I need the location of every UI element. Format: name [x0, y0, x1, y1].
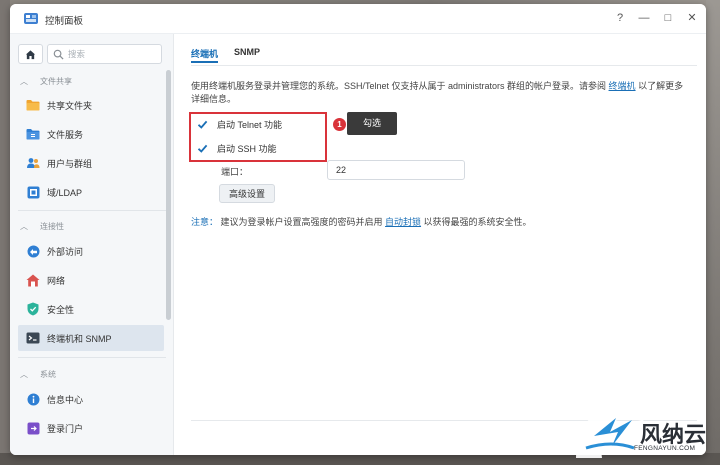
section-header-file-sharing[interactable]: ︿ 文件共享: [20, 76, 72, 87]
sidebar-item-login-portal[interactable]: 登录门户: [18, 415, 164, 441]
info-center-icon: [26, 392, 40, 406]
shared-folder-icon: [26, 98, 40, 112]
sidebar-divider: [18, 210, 166, 211]
zhihu-watermark: 知乎: [540, 426, 574, 446]
security-shield-icon: [26, 302, 40, 316]
brand-watermark-url: FENGNAYUN.COM: [634, 445, 696, 452]
sidebar-item-label: 网络: [47, 275, 66, 286]
note-head: 注意：: [191, 217, 219, 227]
sidebar-item-label: 登录门户: [47, 423, 84, 434]
users-groups-icon: [26, 156, 40, 170]
window-controls: ? — □ ✕: [614, 11, 698, 25]
close-icon[interactable]: ✕: [686, 11, 698, 25]
section-label: 连接性: [40, 222, 64, 231]
desktop-background-left: [0, 0, 10, 465]
search-input[interactable]: [68, 47, 156, 61]
sidebar-item-label: 用户与群组: [47, 158, 93, 169]
chevron-up-icon: ︿: [20, 222, 28, 231]
sidebar-item-security[interactable]: 安全性: [18, 296, 164, 322]
minimize-icon[interactable]: —: [638, 11, 650, 25]
sidebar-item-domain-ldap[interactable]: 域/LDAP: [18, 179, 164, 205]
section-header-system[interactable]: ︿ 系统: [20, 369, 56, 380]
help-icon[interactable]: ?: [614, 11, 626, 25]
control-panel-app-icon: [24, 13, 38, 24]
sidebar-divider: [18, 357, 166, 358]
file-services-icon: [26, 127, 40, 141]
port-label: 端口：: [221, 167, 249, 177]
control-panel-window: 控制面板 ? — □ ✕ ︿ 文件共享: [10, 4, 706, 455]
sidebar-item-label: 外部访问: [47, 246, 84, 257]
sidebar-item-label: 终端机和 SNMP: [47, 333, 112, 344]
security-note: 注意： 建议为登录帐户设置高强度的密码并启用 自动封锁 以获得最强的系统安全性。: [191, 215, 532, 228]
sidebar-item-label: 域/LDAP: [47, 187, 83, 198]
auto-block-link[interactable]: 自动封锁: [385, 217, 421, 227]
step-number-badge: 1: [333, 118, 346, 131]
sidebar-item-shared-folder[interactable]: 共享文件夹: [18, 92, 164, 118]
chevron-up-icon: ︿: [20, 77, 28, 86]
sidebar-item-file-services[interactable]: 文件服务: [18, 121, 164, 147]
tab-snmp[interactable]: SNMP: [234, 47, 260, 63]
sidebar-item-users-groups[interactable]: 用户与群组: [18, 150, 164, 176]
ssh-option[interactable]: 启动 SSH 功能: [197, 142, 277, 155]
terminal-icon: [26, 331, 40, 345]
external-access-icon: [26, 244, 40, 258]
section-label: 系统: [40, 370, 56, 379]
main-panel: 终端机 SNMP 使用终端机服务登录并管理您的系统。SSH/Telnet 仅支持…: [175, 34, 706, 455]
terminal-help-link[interactable]: 终端机: [609, 81, 636, 91]
sidebar-item-terminal-snmp[interactable]: 终端机和 SNMP: [18, 325, 164, 351]
window-title: 控制面板: [45, 16, 84, 27]
sidebar-search[interactable]: [47, 44, 162, 64]
window-titlebar[interactable]: 控制面板 ? — □ ✕: [10, 4, 706, 34]
ssh-label: 启动 SSH 功能: [217, 144, 277, 154]
advanced-settings-button[interactable]: 高级设置: [219, 184, 275, 203]
desktop-background-right: [706, 0, 720, 465]
search-icon: [53, 49, 64, 60]
tab-terminal[interactable]: 终端机: [191, 47, 219, 63]
home-icon: [25, 49, 36, 59]
checkmark-icon: [197, 120, 208, 129]
sidebar-item-network[interactable]: 网络: [18, 267, 164, 293]
home-button[interactable]: [18, 44, 43, 64]
note-text-end: 以获得最强的系统安全性。: [421, 217, 532, 227]
telnet-option[interactable]: 启动 Telnet 功能: [197, 118, 282, 131]
tab-divider: [191, 65, 697, 66]
port-input[interactable]: [327, 160, 465, 180]
telnet-label: 启动 Telnet 功能: [217, 120, 283, 130]
description-text: 使用终端机服务登录并管理您的系统。SSH/Telnet 仅支持从属于 admin…: [191, 81, 609, 91]
section-header-connectivity[interactable]: ︿ 连接性: [20, 221, 64, 232]
sidebar-item-label: 文件服务: [47, 129, 84, 140]
annotation-callout: 勾选: [347, 112, 397, 135]
ssh-checkbox[interactable]: [197, 143, 208, 154]
sidebar-item-label: 信息中心: [47, 394, 84, 405]
note-text: 建议为登录帐户设置高强度的密码并启用: [218, 217, 386, 227]
maximize-icon[interactable]: □: [662, 11, 674, 25]
section-label: 文件共享: [40, 77, 72, 86]
sidebar-item-external-access[interactable]: 外部访问: [18, 238, 164, 264]
sidebar-item-label: 安全性: [47, 304, 75, 315]
sidebar: ︿ 文件共享 共享文件夹 文件服务 用户与群组 域/LDAP: [10, 34, 174, 455]
checkmark-icon: [197, 144, 208, 153]
login-portal-icon: [26, 421, 40, 435]
sidebar-scrollbar[interactable]: [166, 70, 171, 320]
telnet-checkbox[interactable]: [197, 119, 208, 130]
network-icon: [26, 273, 40, 287]
sidebar-item-label: 共享文件夹: [47, 100, 93, 111]
service-description: 使用终端机服务登录并管理您的系统。SSH/Telnet 仅支持从属于 admin…: [191, 80, 691, 106]
sidebar-item-info-center[interactable]: 信息中心: [18, 386, 164, 412]
chevron-up-icon: ︿: [20, 370, 28, 379]
domain-ldap-icon: [26, 185, 40, 199]
tab-bar: 终端机 SNMP: [191, 47, 260, 63]
